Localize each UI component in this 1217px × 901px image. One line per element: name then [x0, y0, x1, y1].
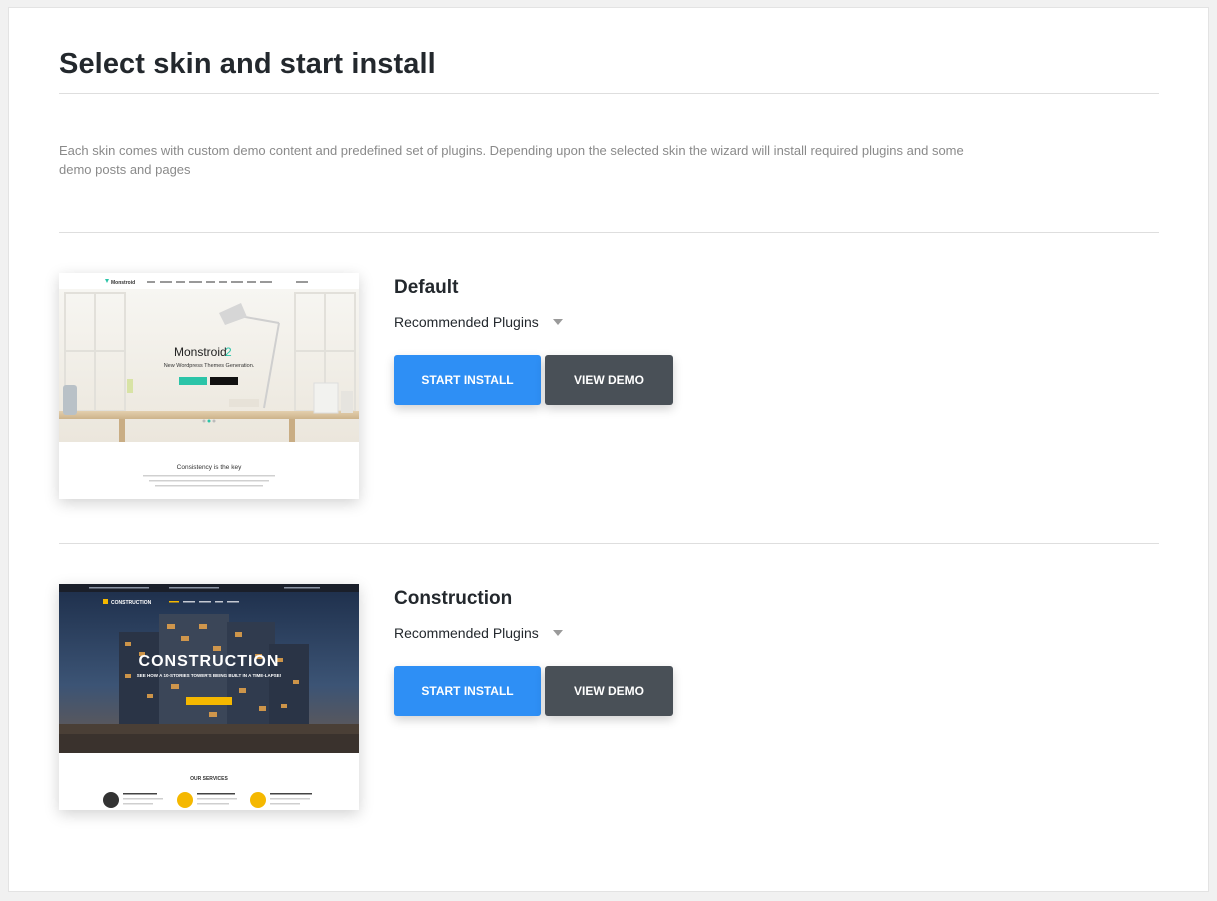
recommended-plugins-label: Recommended Plugins — [394, 625, 539, 641]
start-install-button[interactable]: START INSTALL — [394, 355, 541, 405]
title-divider — [59, 93, 1159, 94]
skin-name: Default — [394, 277, 459, 298]
skin-thumbnail-default: Monstroid Monstroid 2 New Wordpress Them… — [59, 273, 359, 499]
thumb-hero-number: 2 — [225, 345, 232, 359]
skin-thumbnail-construction: CONSTRUCTION CONSTRUCTION SEE HOW A 10-S… — [59, 584, 359, 810]
recommended-plugins-toggle[interactable]: Recommended Plugins — [394, 625, 563, 641]
section-divider — [59, 232, 1159, 233]
skin-default: Monstroid Monstroid 2 New Wordpress Them… — [59, 273, 1159, 503]
start-install-button[interactable]: START INSTALL — [394, 666, 541, 716]
view-demo-button[interactable]: VIEW DEMO — [545, 355, 673, 405]
view-demo-button[interactable]: VIEW DEMO — [545, 666, 673, 716]
thumb-logo: Monstroid — [111, 280, 135, 286]
thumb-services-title: OUR SERVICES — [190, 776, 228, 782]
recommended-plugins-label: Recommended Plugins — [394, 314, 539, 330]
skin-name: Construction — [394, 588, 513, 609]
page-description: Each skin comes with custom demo content… — [59, 143, 964, 177]
thumb-hero-title: Monstroid — [174, 345, 227, 359]
skin-divider — [59, 543, 1159, 544]
thumb-hero-subtitle: New Wordpress Themes Generation. — [164, 363, 255, 369]
thumb-hero-title: CONSTRUCTION — [139, 653, 280, 670]
thumb-section-title: Consistency is the key — [177, 464, 242, 471]
recommended-plugins-toggle[interactable]: Recommended Plugins — [394, 314, 563, 330]
setup-wizard-panel: Select skin and start install Each skin … — [8, 7, 1209, 892]
monstroid-preview-image: Monstroid Monstroid 2 New Wordpress Them… — [59, 273, 359, 499]
skin-construction: CONSTRUCTION CONSTRUCTION SEE HOW A 10-S… — [59, 584, 1159, 814]
construction-preview-image: CONSTRUCTION CONSTRUCTION SEE HOW A 10-S… — [59, 584, 359, 810]
caret-down-icon — [552, 319, 563, 325]
caret-down-icon — [552, 630, 563, 636]
page-title: Select skin and start install — [59, 48, 436, 80]
thumb-hero-subtitle: SEE HOW A 10-STORIES TOWER'S BEING BUILT… — [137, 673, 282, 678]
thumb-logo: CONSTRUCTION — [111, 600, 152, 606]
